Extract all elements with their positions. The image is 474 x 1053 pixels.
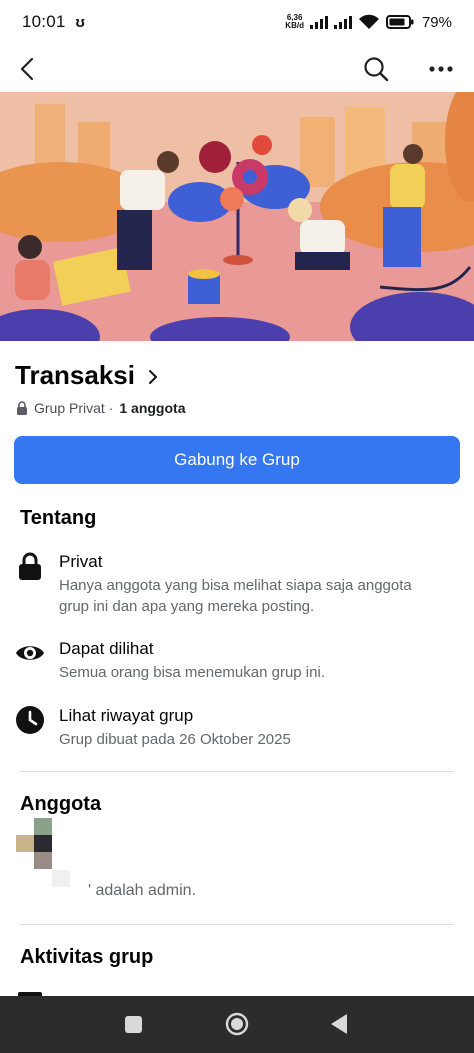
about-item-desc-line: grup ini dan apa yang mereka posting.	[59, 598, 315, 615]
about-item-private: Privat Hanya anggota yang bisa melihat s…	[15, 551, 455, 617]
network-speed: 6,36 KB/d	[285, 14, 304, 30]
about-item-desc: Semua orang bisa menemukan grup ini.	[59, 664, 325, 681]
about-item-desc-line: Hanya anggota yang bisa melihat siapa sa…	[59, 577, 412, 594]
back-arrow-icon	[20, 57, 34, 81]
activity-heading: Aktivitas grup	[20, 946, 154, 968]
about-item-history[interactable]: Lihat riwayat grup Grup dibuat pada 26 O…	[15, 705, 455, 750]
eye-icon	[15, 638, 45, 668]
signal-1-icon	[309, 15, 328, 29]
app-bar	[0, 44, 474, 92]
search-button[interactable]	[359, 52, 393, 86]
battery-icon	[385, 15, 414, 29]
status-time: 10:01	[22, 12, 66, 31]
home-icon[interactable]	[225, 1012, 249, 1036]
more-options-button[interactable]	[424, 52, 458, 86]
signal-2-icon	[333, 15, 352, 29]
wifi-icon	[358, 14, 379, 29]
group-title: Transaksi	[15, 360, 135, 390]
about-item-title: Privat	[59, 552, 103, 571]
divider	[20, 924, 454, 925]
status-indicators: 6,36 KB/d 79%	[285, 14, 452, 31]
chevron-right-icon	[148, 370, 157, 384]
members-heading: Anggota	[20, 793, 102, 815]
cover-illustration	[0, 92, 474, 341]
admin-text: ' adalah admin.	[88, 882, 197, 899]
about-item-title: Dapat dilihat	[59, 639, 154, 658]
notification-app-icon: ʊ	[75, 13, 85, 31]
about-item-desc: Grup dibuat pada 26 Oktober 2025	[59, 731, 291, 748]
group-title-link[interactable]: Transaksi	[15, 360, 162, 391]
battery-percentage: 79%	[421, 13, 452, 31]
about-item-desc: Hanya anggota yang bisa melihat siapa sa…	[59, 575, 412, 617]
recent-apps-icon[interactable]	[125, 1016, 142, 1033]
about-item-title: Lihat riwayat grup	[59, 706, 194, 725]
admin-avatar[interactable]	[16, 818, 76, 893]
group-cover-image	[0, 92, 474, 341]
back-nav-icon[interactable]	[330, 1013, 348, 1035]
clock-icon	[15, 705, 45, 735]
member-count[interactable]: 1 anggota	[119, 400, 185, 416]
more-options-icon	[429, 66, 453, 72]
back-button[interactable]	[11, 52, 45, 86]
search-icon	[364, 57, 389, 82]
lock-small-icon	[17, 401, 27, 415]
system-navigation-bar	[0, 996, 474, 1053]
about-heading: Tentang	[20, 507, 97, 529]
about-item-visible: Dapat dilihat Semua orang bisa menemukan…	[15, 638, 455, 683]
privacy-label: Grup Privat ·	[34, 400, 114, 416]
lock-icon	[15, 551, 45, 581]
divider	[20, 771, 454, 772]
group-meta: Grup Privat · 1 anggota	[16, 400, 185, 416]
status-bar: 10:01 ʊ 6,36 KB/d 79%	[0, 0, 474, 44]
join-group-button[interactable]: Gabung ke Grup	[14, 436, 460, 484]
network-speed-unit: KB/d	[285, 21, 304, 30]
